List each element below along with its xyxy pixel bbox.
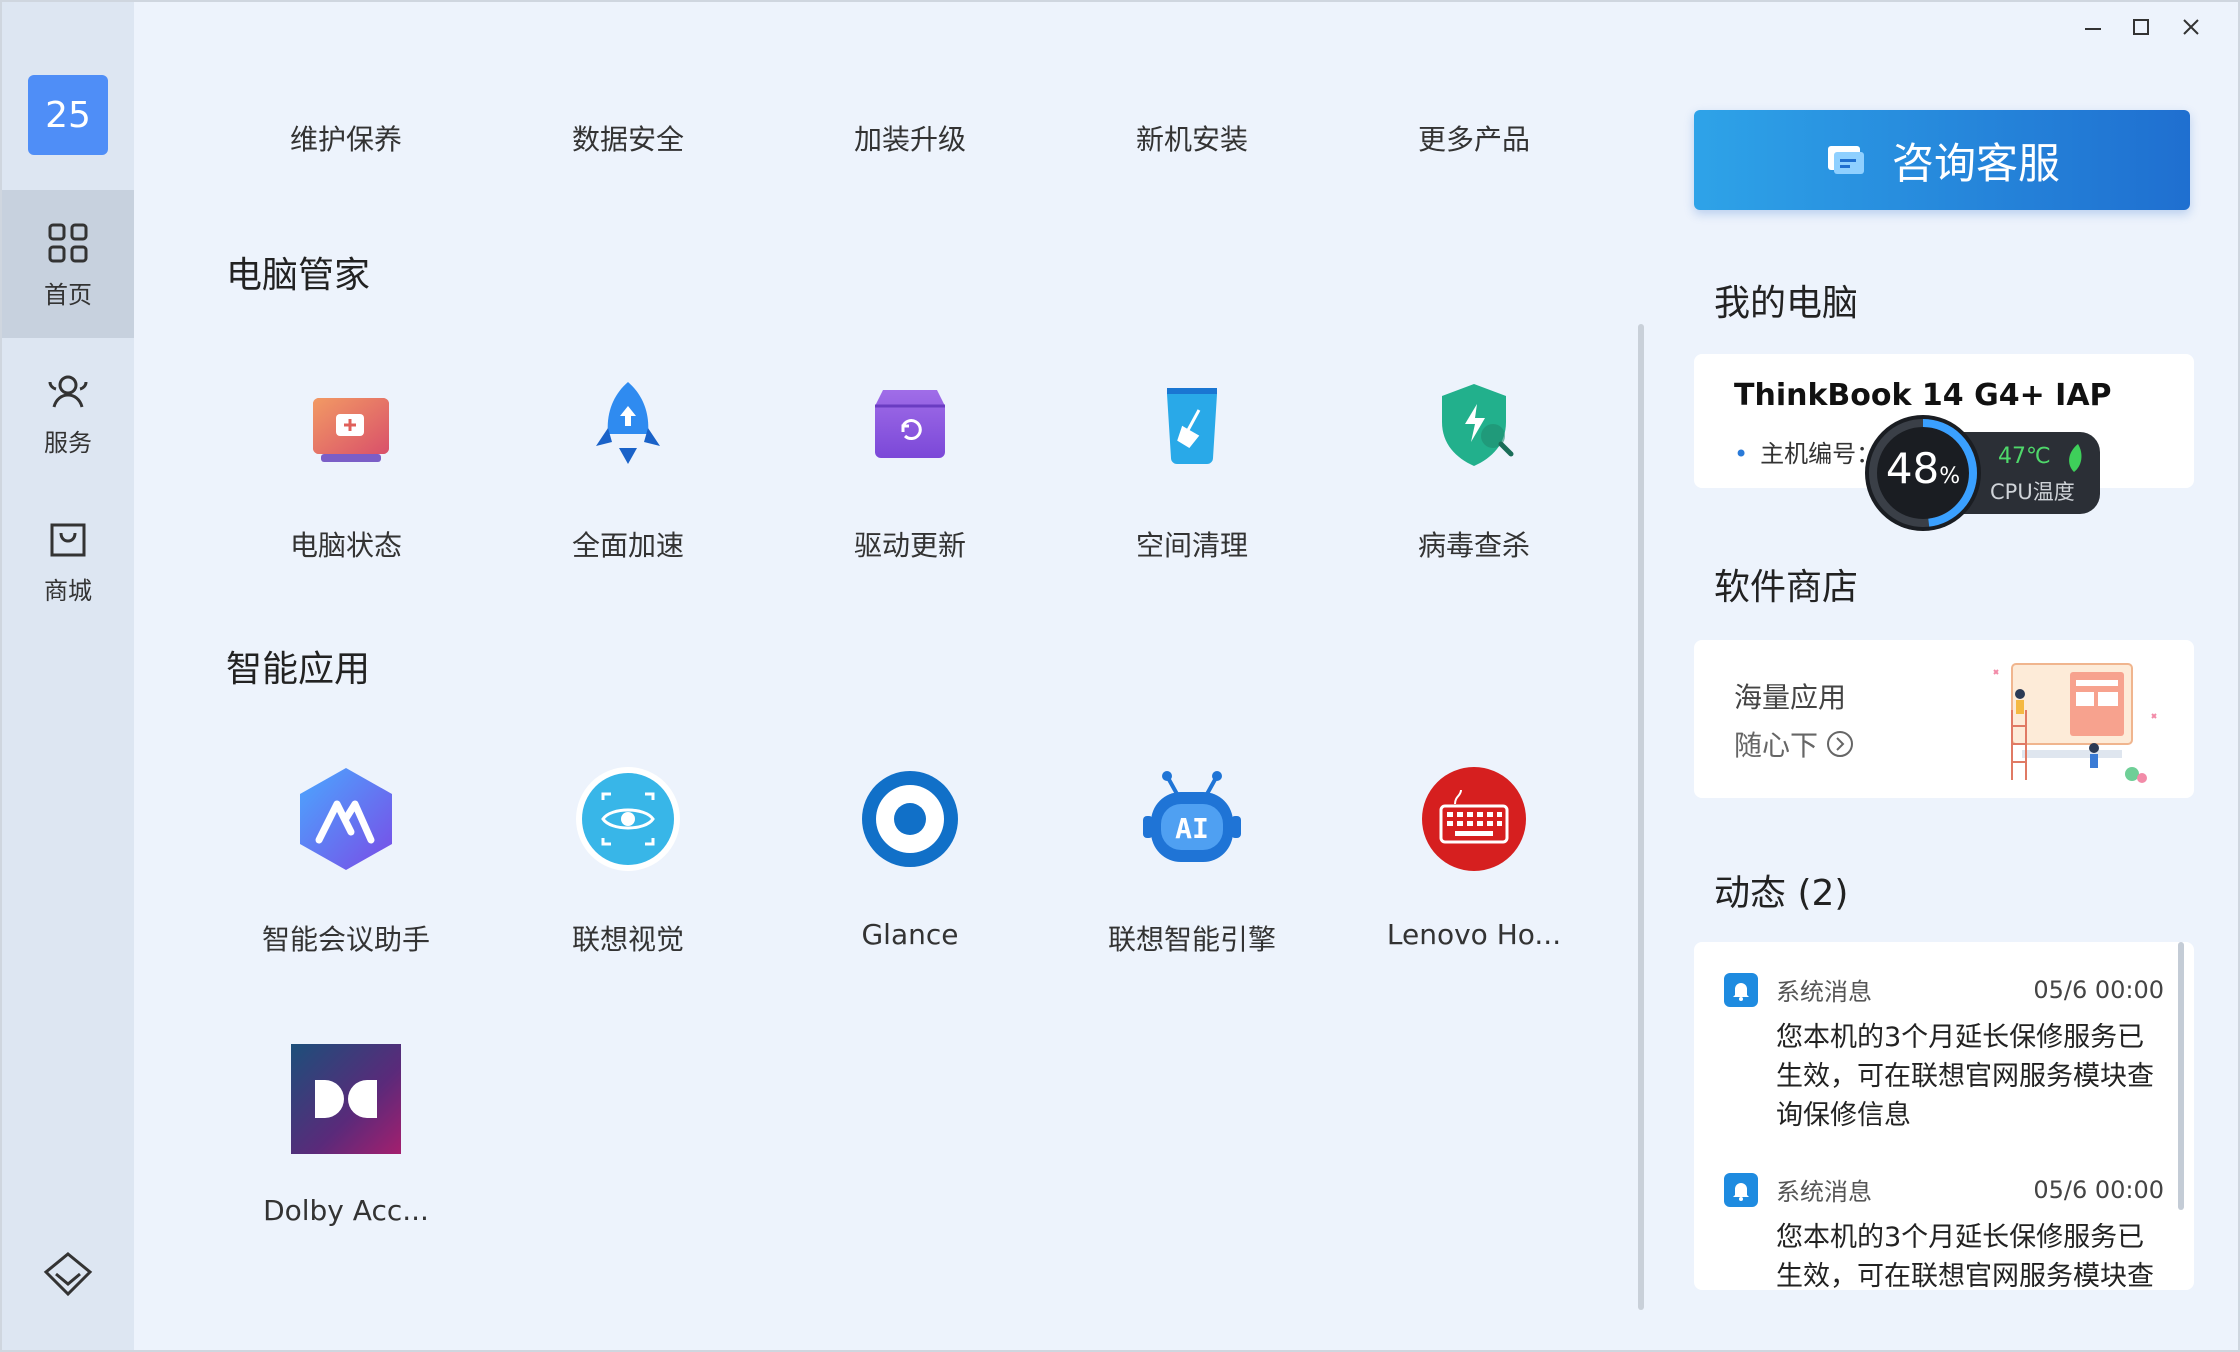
sidebar-item-label: 首页	[44, 280, 92, 309]
message-text[interactable]: 您本机的3个月延长保修服务已生效，可在联想官网服务模块查询保修信息	[1776, 1018, 2156, 1135]
software-store-title: 软件商店	[1714, 567, 1859, 608]
store-line2-link[interactable]: 随心下	[1734, 724, 1854, 764]
close-icon	[2183, 19, 2199, 35]
app-label: 联想视觉	[571, 923, 684, 956]
app-label: 联想智能引擎	[1107, 923, 1276, 956]
driver-update-icon	[875, 390, 945, 458]
grid-icon	[48, 223, 88, 262]
minimize-icon	[2085, 28, 2101, 30]
software-store-card[interactable]: 海量应用 随心下	[1694, 640, 2194, 798]
maximize-icon	[2133, 19, 2149, 35]
message-header: 系统消息 05/6 00:00	[1724, 972, 2164, 1007]
store-illustration-icon	[1993, 663, 2157, 783]
message-time: 05/6 00:00	[2033, 975, 2164, 1004]
sidebar: 25 首页 服务 商城	[2, 2, 134, 1350]
cleanup-icon	[1167, 388, 1217, 464]
message-header: 系统消息 05/6 00:00	[1724, 1172, 2164, 1207]
cpu-usage-unit: %	[1939, 464, 1961, 489]
category-new-install[interactable]: 新机安装	[1092, 118, 1292, 158]
message-text[interactable]: 您本机的3个月延长保修服务已生效，可在联想官网服务模块查	[1776, 1218, 2156, 1290]
cpu-temp-value: 47℃	[1998, 444, 2051, 469]
category-upgrade[interactable]: 加装升级	[810, 118, 1010, 158]
sidebar-item-home[interactable]: 首页	[2, 190, 134, 338]
glance-icon	[862, 771, 958, 867]
message-time: 05/6 00:00	[2033, 1175, 2164, 1204]
my-pc-title: 我的电脑	[1714, 283, 1859, 324]
section-title-smart-apps: 智能应用	[226, 649, 371, 690]
store-line2: 随心下	[1734, 729, 1819, 762]
sidebar-item-service[interactable]: 服务	[2, 338, 134, 486]
app-full-speedup[interactable]: 全面加速	[508, 370, 748, 564]
app-lenovo-hotkeys[interactable]: Lenovo Ho...	[1354, 764, 1594, 951]
consult-service-button[interactable]: 咨询客服	[1694, 110, 2190, 210]
keyboard-icon	[1422, 767, 1526, 871]
pc-model: ThinkBook 14 G4+ IAP	[1734, 378, 2112, 413]
app-meeting-assistant[interactable]: 智能会议助手	[226, 764, 466, 958]
sidebar-item-label: 服务	[44, 428, 92, 457]
pc-status-icon	[313, 398, 389, 462]
users-icon	[48, 375, 88, 407]
chevron-right-circle-icon	[1827, 731, 1854, 757]
minimize-button[interactable]	[2078, 12, 2108, 42]
app-virus-scan[interactable]: 病毒查杀	[1354, 370, 1594, 564]
app-label: Lenovo Ho...	[1386, 918, 1562, 951]
app-label: 全面加速	[571, 529, 684, 562]
app-driver-update[interactable]: 驱动更新	[790, 370, 1030, 564]
section-title-pc-manager: 电脑管家	[226, 255, 371, 296]
news-title: 动态 (2)	[1714, 873, 1849, 914]
app-label: 空间清理	[1135, 529, 1248, 562]
pc-id-label: 主机编号：	[1734, 434, 1880, 469]
app-label: Dolby Acc...	[263, 1194, 429, 1227]
category-maintenance[interactable]: 维护保养	[246, 118, 446, 158]
app-dolby-access[interactable]: Dolby Acc...	[226, 1044, 466, 1227]
app-label: 智能会议助手	[261, 923, 430, 956]
chat-icon	[1827, 146, 1864, 174]
app-pc-status[interactable]: 电脑状态	[226, 370, 466, 564]
app-label: 电脑状态	[289, 529, 402, 562]
rocket-icon	[596, 382, 660, 464]
app-label: 病毒查杀	[1417, 529, 1530, 562]
app-glance[interactable]: Glance	[790, 764, 1030, 951]
sidebar-item-label: 商城	[44, 576, 92, 605]
sidebar-item-mall[interactable]: 商城	[2, 486, 134, 634]
shield-search-icon	[1442, 384, 1514, 466]
app-label: 驱动更新	[853, 529, 966, 562]
app-lenovo-vision[interactable]: 联想视觉	[508, 764, 748, 958]
category-more-products[interactable]: 更多产品	[1374, 118, 1574, 158]
bell-icon	[1724, 972, 1758, 1007]
news-scrollbar[interactable]	[2178, 942, 2184, 1210]
lenovo-diamond-icon[interactable]	[42, 1250, 94, 1298]
avatar[interactable]: 25	[28, 75, 108, 155]
maximize-button[interactable]	[2126, 12, 2156, 42]
cpu-monitor-widget[interactable]: 48% 47℃ CPU温度	[1864, 414, 2100, 532]
app-window: 25 首页 服务 商城 维护保养 数据安全 加装升级 新机安装 更多产品 电脑管…	[0, 0, 2240, 1352]
bell-icon	[1724, 1172, 1758, 1207]
dolby-icon	[291, 1044, 401, 1154]
app-smart-engine[interactable]: AI 联想智能引擎	[1072, 764, 1312, 958]
app-label: Glance	[861, 918, 959, 951]
shopping-bag-icon	[50, 523, 86, 556]
consult-service-label: 咨询客服	[1891, 138, 2060, 188]
category-data-security[interactable]: 数据安全	[528, 118, 728, 158]
close-button[interactable]	[2176, 12, 2206, 42]
eye-scan-icon	[576, 767, 680, 871]
app-space-cleanup[interactable]: 空间清理	[1072, 370, 1312, 564]
svg-text:AI: AI	[1175, 812, 1209, 845]
meeting-assistant-icon	[300, 768, 392, 870]
store-line1: 海量应用	[1734, 681, 1847, 714]
cpu-usage-value: 48	[1885, 444, 1940, 493]
ai-robot-icon: AI	[1143, 771, 1241, 862]
main-scrollbar[interactable]	[1638, 324, 1644, 1310]
message-source: 系统消息	[1776, 1178, 1872, 1206]
cpu-temp-label: CPU温度	[1990, 480, 2075, 504]
message-source: 系统消息	[1776, 978, 1872, 1006]
news-card: 系统消息 05/6 00:00 您本机的3个月延长保修服务已生效，可在联想官网服…	[1694, 942, 2194, 1290]
